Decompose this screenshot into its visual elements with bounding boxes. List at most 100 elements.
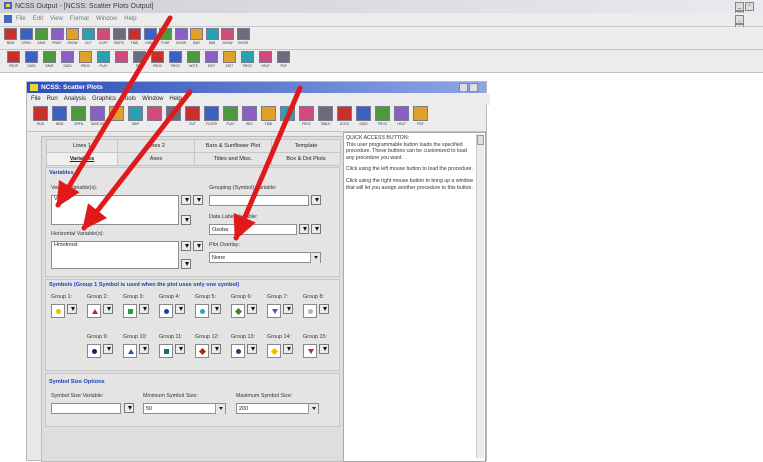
tab-bars-sunflower[interactable]: Bars & Sunflower Plot — [194, 139, 272, 153]
toolbar-button[interactable]: SAVE — [42, 51, 57, 71]
vertical-variable-picker-button[interactable] — [193, 195, 203, 205]
grouping-variable-picker-button[interactable] — [311, 195, 321, 205]
toolbar-button[interactable]: OPEN — [70, 106, 87, 130]
horizontal-variable-picker-button[interactable] — [193, 241, 203, 251]
outer-window-controls[interactable]: _▫× — [734, 2, 760, 20]
toolbar-button[interactable]: REC — [241, 106, 258, 130]
symbol-picker-1[interactable] — [51, 304, 65, 318]
toolbar-button[interactable]: PROC — [298, 106, 315, 130]
symbol-picker-button[interactable] — [247, 344, 257, 354]
toolbar-button[interactable]: SHOW — [236, 28, 251, 48]
symbol-picker-15[interactable] — [303, 344, 317, 358]
symbol-picker-button[interactable] — [139, 304, 149, 314]
symbol-picker-button[interactable] — [103, 344, 113, 354]
minimize-icon[interactable]: _ — [735, 2, 744, 11]
symbol-picker-4[interactable] — [159, 304, 173, 318]
toolbar-button[interactable]: OUT — [184, 106, 201, 130]
symbol-size-variable-field[interactable] — [51, 403, 121, 414]
toolbar-button[interactable]: CUT — [81, 28, 96, 48]
toolbar-button[interactable]: PROC — [374, 106, 391, 130]
toolbar-button[interactable]: PRINT — [50, 28, 65, 48]
data-label-variable-picker-button-2[interactable] — [311, 224, 321, 234]
minimum-symbol-size-select[interactable]: 50 — [143, 403, 226, 414]
symbol-picker-button[interactable] — [103, 304, 113, 314]
toolbar-button[interactable]: PDF — [412, 106, 429, 130]
toolbar-button[interactable]: PROC — [240, 51, 255, 71]
vertical-variable-scroll-down[interactable] — [181, 215, 191, 225]
symbol-picker-button[interactable] — [283, 344, 293, 354]
symbol-picker-button[interactable] — [247, 304, 257, 314]
menu-item[interactable]: Window — [96, 16, 117, 22]
toolbar-button[interactable]: FILTER — [203, 106, 220, 130]
toolbar-button[interactable]: BAR — [205, 28, 220, 48]
symbol-picker-11[interactable] — [159, 344, 173, 358]
toolbar-button[interactable]: RUN — [32, 106, 49, 130]
symbol-picker-button[interactable] — [211, 304, 221, 314]
symbol-picker-button[interactable] — [67, 304, 77, 314]
toolbar-button[interactable]: DATA — [60, 51, 75, 71]
menu-item[interactable]: Tools — [122, 96, 136, 102]
toolbar-button[interactable]: PROC — [78, 51, 93, 71]
symbol-picker-5[interactable] — [195, 304, 209, 318]
symbol-picker-3[interactable] — [123, 304, 137, 318]
toolbar-button[interactable]: HELP — [393, 106, 410, 130]
toolbar-button[interactable]: SAVE — [34, 28, 49, 48]
menu-item[interactable]: Graphics — [92, 96, 116, 102]
tab-template[interactable]: Template — [271, 139, 341, 153]
tab-lines-2[interactable]: Lines 2 — [117, 139, 195, 153]
symbol-size-variable-picker-button[interactable] — [124, 403, 134, 413]
toolbar-button[interactable]: PLAY — [222, 106, 239, 130]
tab-box-dot-plots[interactable]: Box & Dot Plots — [271, 152, 341, 166]
symbol-picker-14[interactable] — [267, 344, 281, 358]
help-scrollbar[interactable] — [476, 134, 484, 458]
chevron-down-icon[interactable] — [310, 253, 320, 263]
inner-window-controls[interactable]: _□× — [458, 83, 484, 103]
toolbar-button[interactable]: REC — [132, 51, 147, 71]
menu-item[interactable]: Help — [124, 16, 136, 22]
menu-item[interactable]: Run — [47, 96, 58, 102]
symbol-picker-8[interactable] — [303, 304, 317, 318]
toolbar-button[interactable]: SHOW — [174, 28, 189, 48]
toolbar-button[interactable]: TABLE — [317, 106, 334, 130]
toolbar-button[interactable]: DATA — [24, 51, 39, 71]
toolbar-button[interactable] — [108, 106, 125, 130]
document-window-controls[interactable]: _▫× — [734, 15, 760, 42]
toolbar-button[interactable]: EDIT — [222, 51, 237, 71]
scroll-up-icon[interactable] — [477, 135, 484, 145]
toolbar-button[interactable]: PLAY — [96, 51, 111, 71]
toolbar-button[interactable]: NOTE — [186, 51, 201, 71]
toolbar-button[interactable]: OPEN — [19, 28, 34, 48]
toolbar-button[interactable]: DOCS — [336, 106, 353, 130]
symbol-picker-button[interactable] — [319, 344, 329, 354]
menu-item[interactable]: Analysis — [64, 96, 86, 102]
tab-titles-misc[interactable]: Titles and Misc. — [194, 152, 272, 166]
toolbar-button[interactable] — [279, 106, 296, 130]
toolbar-button[interactable]: NEW — [51, 106, 68, 130]
menu-item[interactable]: View — [50, 16, 63, 22]
toolbar-button[interactable]: PROP — [6, 51, 21, 71]
toolbar-button[interactable]: PDF — [276, 51, 291, 71]
symbol-picker-button[interactable] — [283, 304, 293, 314]
toolbar-button[interactable]: PROC — [168, 51, 183, 71]
vertical-variable-field[interactable]: Vyska — [51, 195, 179, 225]
toolbar-button[interactable] — [165, 106, 182, 130]
toolbar-button[interactable]: PROC — [150, 51, 165, 71]
toolbar-button[interactable]: NEW — [3, 28, 18, 48]
toolbar-button[interactable]: UNDO — [143, 28, 158, 48]
symbol-picker-13[interactable] — [231, 344, 245, 358]
symbol-picker-9[interactable] — [87, 344, 101, 358]
horizontal-variable-scroll[interactable] — [181, 241, 191, 251]
symbol-picker-button[interactable] — [175, 344, 185, 354]
toolbar-button[interactable]: FIND — [127, 28, 142, 48]
toolbar-button[interactable]: FIND — [260, 106, 277, 130]
toolbar-button[interactable]: FONT — [158, 28, 173, 48]
symbol-picker-7[interactable] — [267, 304, 281, 318]
menu-item[interactable]: File — [31, 96, 41, 102]
tab-variables[interactable]: Variables — [46, 152, 118, 166]
toolbar-button[interactable] — [114, 51, 129, 71]
minimize-icon[interactable]: _ — [459, 83, 468, 93]
chevron-down-icon[interactable] — [308, 404, 318, 414]
toolbar-button[interactable]: SHOW — [220, 28, 235, 48]
toolbar-button[interactable]: BAR — [189, 28, 204, 48]
toolbar-button[interactable]: SAVE AS — [89, 106, 106, 130]
